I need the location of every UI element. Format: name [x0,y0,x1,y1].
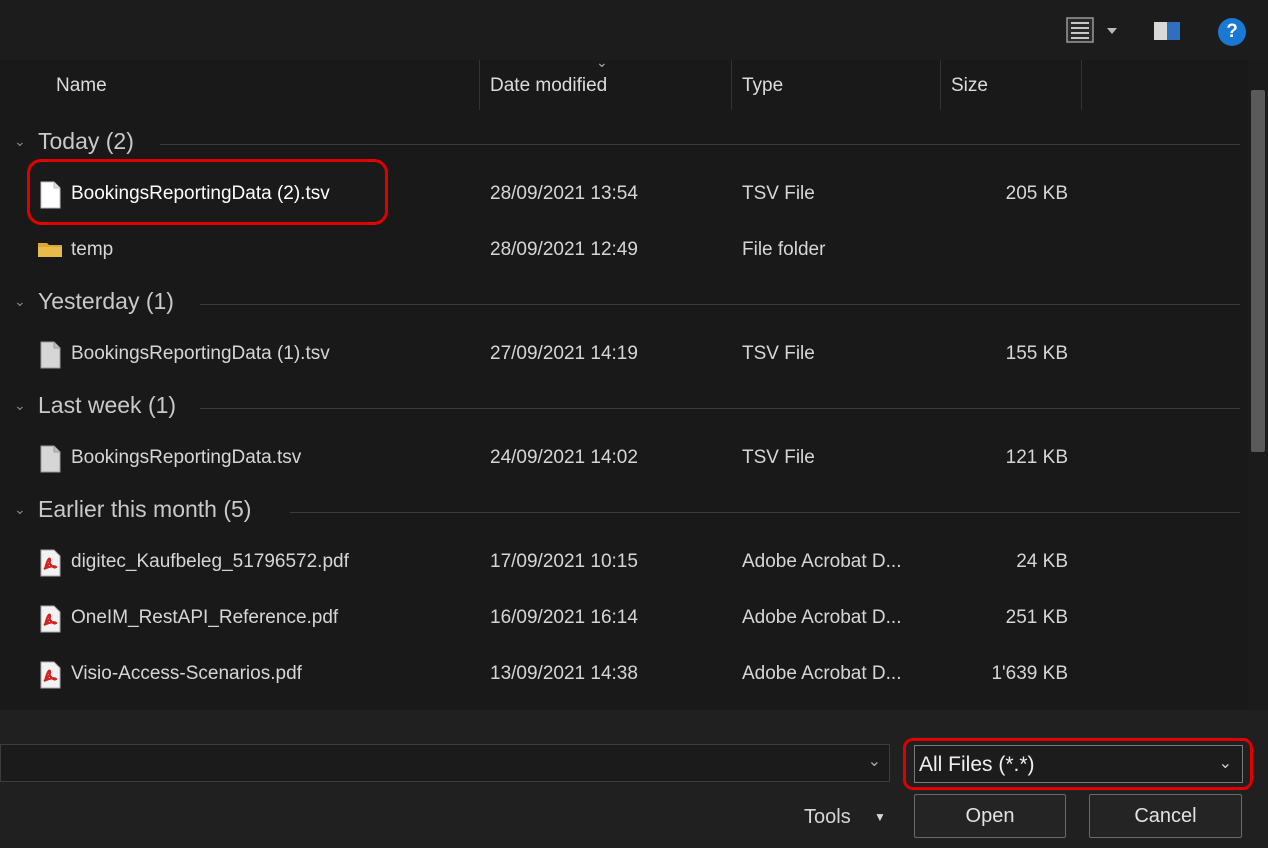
group-divider [290,512,1240,513]
group-divider [200,304,1240,305]
file-date: 13/09/2021 14:38 [490,663,638,684]
file-name: BookingsReportingData (1).tsv [71,343,330,364]
file-type: TSV File [742,447,815,468]
file-type: TSV File [742,343,815,364]
group-header-earlier-this-month[interactable]: ⌄ Earlier this month (5) [0,492,1240,532]
list-item[interactable]: BookingsReportingData (2).tsv 28/09/2021… [0,167,1240,223]
list-item[interactable]: digitec_Kaufbeleg_51796572.pdf 17/09/202… [0,535,1240,591]
group-divider [200,408,1240,409]
list-item[interactable]: OneIM_RestAPI_Reference.pdf 16/09/2021 1… [0,591,1240,647]
vertical-scrollbar[interactable] [1248,60,1268,710]
list-item[interactable]: Visio-Access-Scenarios.pdf 13/09/2021 14… [0,647,1240,703]
file-date: 27/09/2021 14:19 [490,343,638,364]
column-header-size[interactable]: Size [951,60,988,112]
file-name: temp [71,239,114,260]
column-header-name[interactable]: Name [56,60,107,112]
chevron-down-icon[interactable]: ⌄ [868,751,881,771]
tools-menu-button[interactable]: Tools [804,806,851,829]
group-label: Today (2) [38,128,134,154]
help-icon-label: ? [1226,21,1238,42]
file-size: 155 KB [1005,343,1068,364]
file-type: TSV File [742,183,815,204]
group-header-yesterday[interactable]: ⌄ Yesterday (1) [0,284,1240,324]
file-size: 251 KB [1005,607,1068,628]
dropdown-arrow-icon[interactable]: ▼ [874,810,886,824]
file-size: 1'639 KB [991,663,1068,684]
group-divider [160,144,1240,145]
group-header-today[interactable]: ⌄ Today (2) [0,124,1240,164]
details-view-icon[interactable] [1064,16,1096,44]
file-type: Adobe Acrobat D... [742,663,902,684]
file-date: 17/09/2021 10:15 [490,551,638,572]
column-header-type[interactable]: Type [742,60,783,112]
file-name: OneIM_RestAPI_Reference.pdf [71,607,339,628]
chevron-down-icon[interactable]: ⌄ [14,501,26,518]
file-name: digitec_Kaufbeleg_51796572.pdf [71,551,349,572]
file-size: 121 KB [1005,447,1068,468]
file-date: 28/09/2021 12:49 [490,239,638,260]
scrollbar-thumb[interactable] [1251,90,1265,452]
file-icon [40,181,61,209]
preview-pane-icon[interactable] [1150,18,1184,44]
column-header-date[interactable]: Date modified [490,60,607,112]
pdf-icon [40,605,61,633]
column-divider[interactable] [479,60,480,110]
pdf-icon [40,549,61,577]
file-type-filter-select[interactable]: All Files (*.*) ⌄ [914,745,1243,783]
list-item[interactable]: BookingsReportingData.tsv 24/09/2021 14:… [0,431,1240,487]
group-label: Last week (1) [38,392,177,418]
column-divider[interactable] [731,60,732,110]
file-name: BookingsReportingData.tsv [71,447,302,468]
chevron-down-icon[interactable]: ⌄ [14,133,26,150]
file-size: 205 KB [1005,183,1068,204]
column-divider[interactable] [1081,60,1082,110]
group-label: Yesterday (1) [38,288,174,314]
group-label: Earlier this month (5) [38,496,252,522]
file-type: Adobe Acrobat D... [742,551,902,572]
file-name: Visio-Access-Scenarios.pdf [71,663,302,684]
file-name-input[interactable]: ⌄ [0,744,890,782]
file-date: 28/09/2021 13:54 [490,183,638,204]
file-size: 24 KB [1016,551,1068,572]
folder-icon [38,243,62,257]
chevron-down-icon[interactable]: ⌄ [14,397,26,414]
file-date: 16/09/2021 16:14 [490,607,638,628]
dialog-toolbar: ? [0,0,1268,60]
file-type: Adobe Acrobat D... [742,607,902,628]
list-item[interactable]: temp 28/09/2021 12:49 File folder [0,223,1240,279]
dialog-footer: ⌄ All Files (*.*) ⌄ Tools ▼ Open Cancel [0,710,1268,848]
chevron-down-icon: ⌄ [1218,755,1232,772]
help-icon[interactable]: ? [1216,16,1248,48]
open-button[interactable]: Open [914,794,1066,838]
file-type-filter-value: All Files (*.*) [919,753,1035,776]
group-header-last-week[interactable]: ⌄ Last week (1) [0,388,1240,428]
file-type: File folder [742,239,826,260]
chevron-down-icon[interactable]: ⌄ [14,293,26,310]
pdf-icon [40,661,61,689]
file-date: 24/09/2021 14:02 [490,447,638,468]
file-icon [40,341,61,369]
list-item[interactable]: BookingsReportingData (1).tsv 27/09/2021… [0,327,1240,383]
file-list-pane: Name ⌄ Date modified Type Size ⌄ Today (… [0,60,1268,710]
cancel-button[interactable]: Cancel [1089,794,1242,838]
column-header-row: Name ⌄ Date modified Type Size [0,60,1248,112]
file-icon [40,445,61,473]
dropdown-arrow-icon[interactable] [1104,24,1120,38]
file-name: BookingsReportingData (2).tsv [71,183,330,204]
column-divider[interactable] [940,60,941,110]
